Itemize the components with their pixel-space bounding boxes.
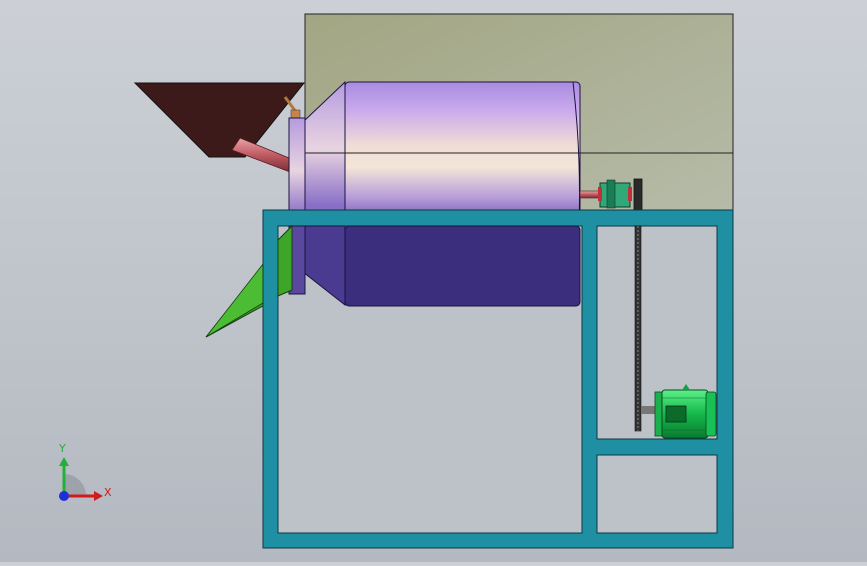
y-axis-label: Y (59, 442, 66, 455)
axis-triad[interactable]: Y X (48, 440, 118, 510)
coupling-red-ring-2 (628, 187, 632, 201)
coupling-red-ring (598, 187, 602, 201)
feed-hopper[interactable] (133, 82, 306, 158)
cad-model-canvas[interactable] (0, 0, 867, 562)
drum-lower-visible (344, 225, 581, 307)
frame-opening-lower-bay (596, 454, 718, 534)
coupling-detail (606, 179, 616, 209)
motor-shaft (641, 406, 657, 414)
motor-fan-cover (705, 391, 717, 437)
y-axis-arrow (59, 457, 69, 466)
z-axis-dot (59, 491, 69, 501)
cad-viewport[interactable]: Y X (0, 0, 867, 562)
drive-chain[interactable] (634, 225, 642, 432)
x-axis-arrow (94, 491, 103, 501)
drive-sprocket[interactable] (633, 178, 643, 214)
discharge-chute-lip (205, 263, 269, 338)
x-axis-label: X (104, 486, 112, 499)
motor-terminal-box (665, 405, 687, 423)
